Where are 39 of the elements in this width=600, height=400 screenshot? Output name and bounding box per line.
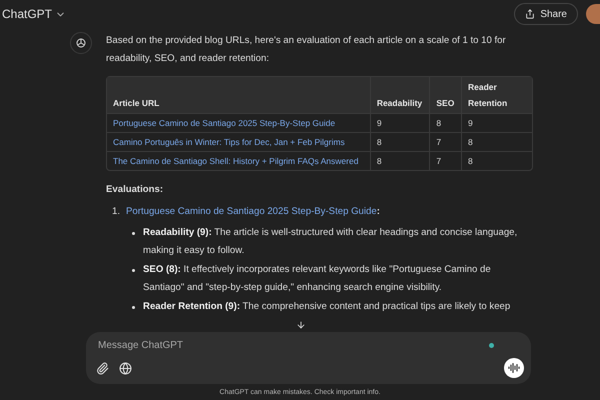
- column-header: Readability: [370, 77, 430, 113]
- waveform-icon: [508, 362, 520, 374]
- evaluation-point: Readability (9): The article is well-structured with clear headings and concise language, making it easy to follow.: [143, 226, 518, 258]
- bullet-dot: [132, 306, 136, 309]
- table-cell: 8: [462, 151, 532, 170]
- table-cell: 7: [430, 151, 462, 170]
- assistant-logo-icon: [70, 32, 92, 54]
- app-title[interactable]: ChatGPT: [2, 7, 52, 21]
- share-icon: [525, 9, 536, 19]
- column-header: SEO: [430, 77, 462, 113]
- article-link[interactable]: Camino Português in Winter: Tips for Dec, Jan + Feb Pilgrims: [113, 137, 345, 147]
- table-cell: 9: [370, 113, 430, 132]
- table-cell: 8: [370, 132, 430, 151]
- evaluation-point: Reader Retention (9): The comprehensive content and practical tips are likely to keep: [143, 300, 510, 314]
- article-link[interactable]: Portuguese Camino de Santiago 2025 Step-By-Step Guide: [126, 203, 377, 221]
- status-dot: [489, 343, 494, 348]
- column-header: Article URL: [107, 77, 371, 113]
- message-input[interactable]: Message ChatGPT: [96, 339, 489, 352]
- avatar[interactable]: [586, 4, 600, 24]
- table-cell: 8: [462, 132, 532, 151]
- article-link[interactable]: Portuguese Camino de Santiago 2025 Step-By-Step Guide: [113, 118, 336, 128]
- paperclip-icon[interactable]: [96, 362, 109, 374]
- table-cell: 8: [370, 151, 430, 170]
- intro-paragraph: Based on the provided blog URLs, here's an evaluation of each article on a scale of 1 to 10 for readability, SEO, and reader retention:: [106, 34, 507, 66]
- article-link[interactable]: The Camino de Santiago Shell: History + Pilgrim FAQs Answered: [113, 156, 358, 166]
- section-heading: Evaluations:: [106, 183, 164, 197]
- voice-button[interactable]: [504, 358, 524, 378]
- column-header: Reader Retention: [462, 77, 532, 113]
- table-cell: 7: [430, 132, 462, 151]
- share-button[interactable]: Share: [514, 3, 578, 25]
- evaluation-point: SEO (8): It effectively incorporates relevant keywords like "Portuguese Camino de Santiago" and "step-by-step guide," enhancing search engine visibility.: [143, 263, 492, 295]
- table-cell: 8: [430, 113, 462, 132]
- bullet-dot: [132, 269, 136, 272]
- globe-icon[interactable]: [119, 362, 132, 374]
- colon-text: :: [376, 205, 380, 219]
- table-cell: 9: [462, 113, 532, 132]
- arrow-down-icon[interactable]: [296, 320, 306, 330]
- list-number: 1.: [112, 205, 120, 219]
- bullet-dot: [132, 232, 136, 235]
